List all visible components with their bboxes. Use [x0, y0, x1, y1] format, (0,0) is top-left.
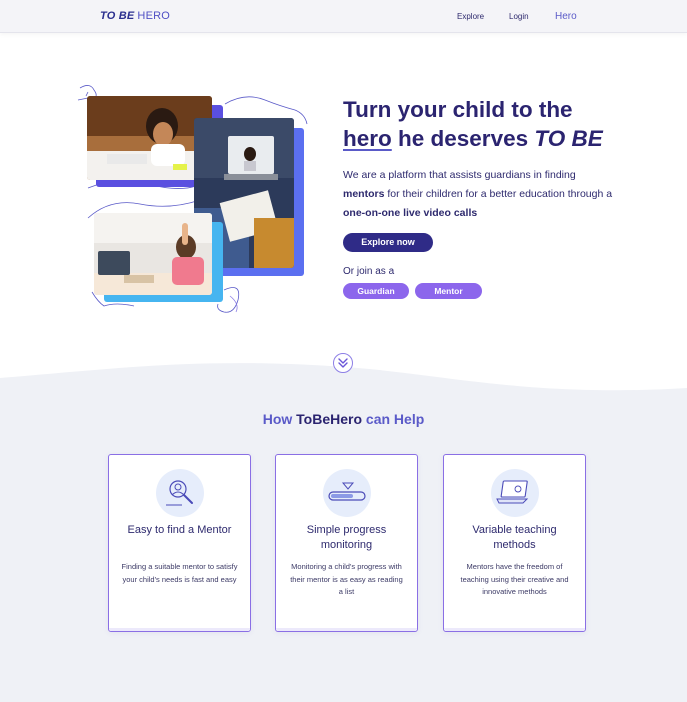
card-description: Monitoring a child's progress with their… — [290, 562, 403, 596]
card-title: Simple progress monitoring — [306, 524, 387, 551]
join-mentor-button[interactable]: Mentor — [415, 283, 482, 299]
section-title: How ToBeHero can Help — [0, 411, 687, 427]
laptop-video-icon — [496, 480, 529, 504]
icon-circle — [491, 469, 539, 517]
title-pre: How — [262, 411, 297, 427]
progress-bar-icon — [328, 482, 366, 501]
feature-card-teaching: Variable teaching methods Mentors have t… — [443, 454, 586, 632]
card-bottom-accent — [276, 628, 417, 631]
desc-bold-mentors: mentors — [343, 188, 385, 200]
icon-circle — [323, 469, 371, 517]
card-bottom-accent — [109, 628, 250, 631]
card-description: Mentors have the freedom of teaching usi… — [460, 562, 569, 596]
title-brand: ToBeHero — [296, 411, 363, 427]
headline-hero-word: hero — [343, 126, 392, 151]
explore-now-button[interactable]: Explore now — [343, 233, 433, 252]
join-guardian-button[interactable]: Guardian — [343, 283, 409, 299]
magnifier-person-icon — [166, 480, 193, 506]
headline-mid: he deserves — [391, 126, 535, 151]
photo-girl-raising-hand — [94, 213, 212, 295]
card-title: Easy to find a Mentor — [127, 524, 232, 536]
scroll-down-button[interactable] — [333, 353, 353, 373]
icon-circle — [156, 469, 204, 517]
feature-card-progress: Simple progress monitoring Monitoring a … — [275, 454, 418, 632]
card-title: Variable teaching methods — [472, 524, 557, 551]
headline-tobe: TO BE — [534, 126, 603, 151]
feature-card-find-mentor: Easy to find a Mentor Finding a suitable… — [108, 454, 251, 632]
desc-bold-video-calls: one-on-one live video calls — [343, 207, 478, 219]
desc-part-1: We are a platform that assists guardians… — [343, 169, 576, 181]
headline-line-1: Turn your child to the — [343, 97, 573, 122]
join-as-label: Or join as a — [343, 266, 395, 277]
desc-part-2: for their children for a better educatio… — [384, 188, 613, 200]
card-bottom-accent — [444, 628, 585, 631]
double-chevron-down-icon — [338, 358, 348, 368]
card-description: Finding a suitable mentor to satisfy you… — [121, 562, 238, 584]
title-post: can Help — [362, 411, 425, 427]
hero-headline: Turn your child to the hero he deserves … — [343, 95, 633, 153]
hero-description: We are a platform that assists guardians… — [343, 166, 618, 223]
